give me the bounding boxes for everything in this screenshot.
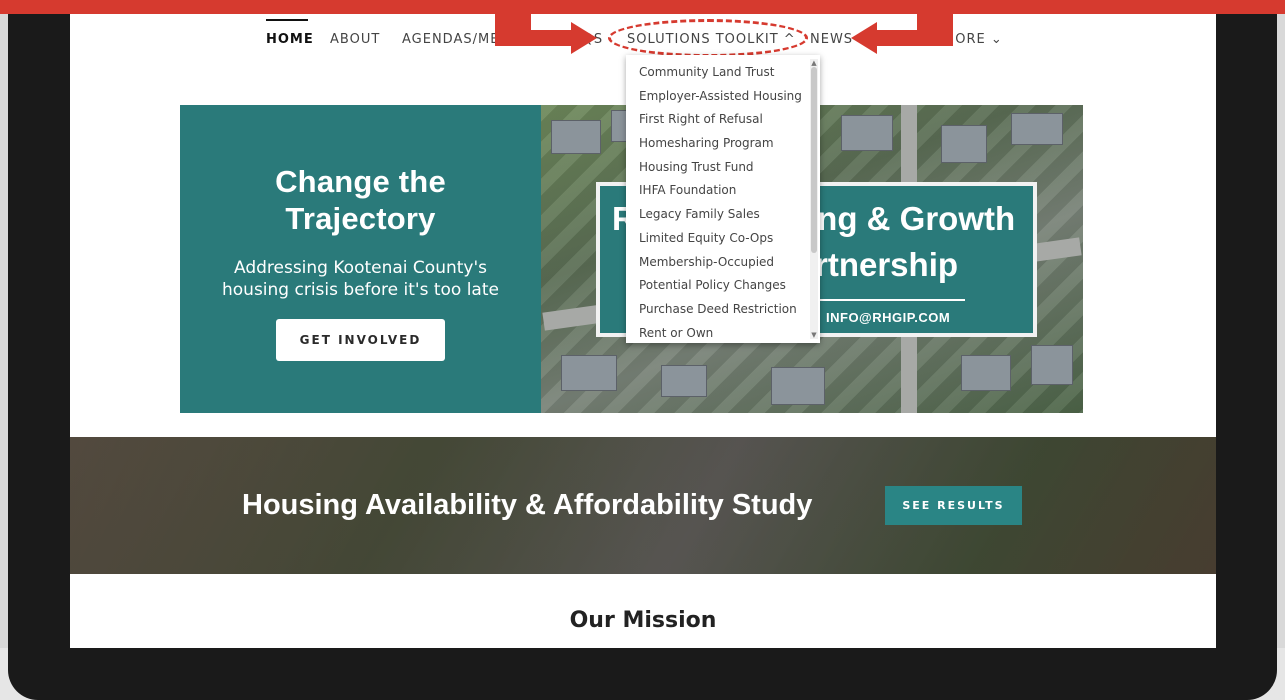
study-title: Housing Availability & Affordability Stu… — [242, 489, 813, 521]
dropdown-item[interactable]: Membership-Occupied — [626, 251, 820, 275]
scroll-down-icon[interactable]: ▼ — [810, 331, 818, 339]
house — [661, 365, 707, 397]
sign-text-2: rtnership — [815, 246, 959, 283]
nav-about[interactable]: ABOUT — [330, 32, 380, 47]
dropdown-item[interactable]: Limited Equity Co-Ops — [626, 227, 820, 251]
annotation-arrow-left-icon — [495, 0, 597, 54]
house — [1011, 113, 1063, 145]
study-banner: Housing Availability & Affordability Stu… — [70, 437, 1216, 574]
hero-panel: Change the Trajectory Addressing Kootena… — [180, 105, 541, 413]
dropdown-item[interactable]: Potential Policy Changes — [626, 274, 820, 298]
house — [561, 355, 617, 391]
sign-text-1b: ing & Growth — [808, 200, 1016, 237]
mission-heading: Our Mission — [569, 608, 717, 633]
annotation-circle — [608, 19, 808, 57]
dropdown-item[interactable]: Community Land Trust — [626, 61, 820, 85]
dropdown-item[interactable]: Purchase Deed Restriction — [626, 298, 820, 322]
house — [1031, 345, 1073, 385]
house — [551, 120, 601, 154]
hero-subtitle: Addressing Kootenai County's housing cri… — [222, 258, 499, 300]
dropdown-scrollbar[interactable]: ▲ ▼ — [810, 59, 818, 339]
scroll-up-icon[interactable]: ▲ — [810, 59, 818, 67]
house — [961, 355, 1011, 391]
house — [841, 115, 893, 151]
dropdown-item[interactable]: Employer-Assisted Housing — [626, 85, 820, 109]
dropdown-item[interactable]: Rent or Own — [626, 322, 820, 343]
annotation-arrow-right-icon — [851, 0, 953, 54]
sign-email: INFO@RHGIP.COM — [826, 310, 951, 325]
nav-home[interactable]: HOME — [266, 19, 314, 47]
dropdown-item[interactable]: Legacy Family Sales — [626, 203, 820, 227]
dropdown-item[interactable]: IHFA Foundation — [626, 179, 820, 203]
get-involved-button[interactable]: GET INVOLVED — [275, 319, 446, 361]
house — [941, 125, 987, 163]
see-results-button[interactable]: SEE RESULTS — [885, 486, 1022, 525]
dropdown-item[interactable]: Housing Trust Fund — [626, 156, 820, 180]
solutions-toolkit-dropdown: Community Land Trust Employer-Assisted H… — [626, 55, 820, 343]
sign-divider — [815, 299, 965, 301]
house — [771, 367, 825, 405]
website-screen: HOME ABOUT AGENDAS/ME AQS SOLUTIONS TOOL… — [70, 0, 1216, 648]
scroll-thumb[interactable] — [811, 67, 817, 253]
dropdown-item[interactable]: First Right of Refusal — [626, 108, 820, 132]
dropdown-list: Community Land Trust Employer-Assisted H… — [626, 55, 820, 343]
annotation-banner — [0, 0, 1285, 14]
dropdown-item[interactable]: Homesharing Program — [626, 132, 820, 156]
hero-title: Change the Trajectory — [275, 164, 446, 236]
